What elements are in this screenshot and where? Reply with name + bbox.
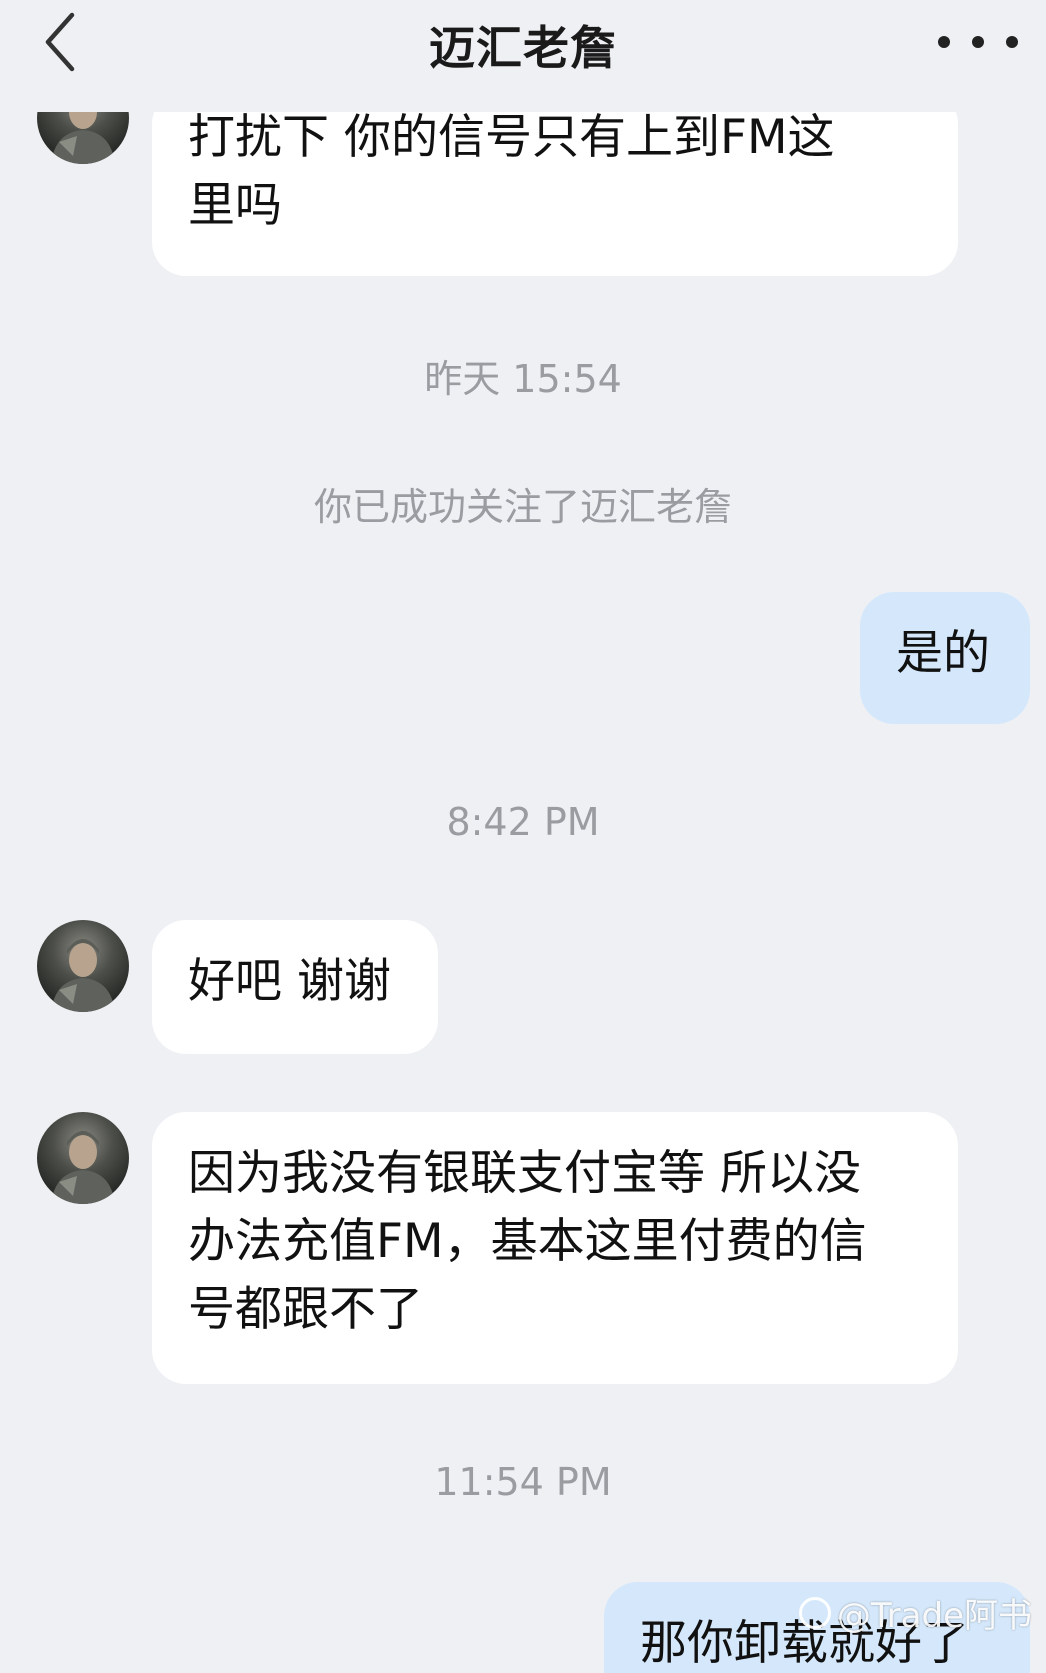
more-horizontal-icon [938, 36, 950, 48]
navigation-bar: 迈汇老詹 [0, 0, 1046, 112]
message-text: 因为我没有银联支付宝等 所以没 [188, 1146, 861, 1201]
contact-avatar[interactable] [37, 920, 129, 1012]
message-text: 号都跟不了 [188, 1282, 423, 1337]
watermark-text: @Trade阿书 [836, 1596, 1032, 1636]
incoming-message-bubble[interactable]: 因为我没有银联支付宝等 所以没 办法充值FM，基本这里付费的信 号都跟不了 [152, 1112, 958, 1384]
timestamp: 11:54 PM [434, 1460, 612, 1504]
contact-avatar[interactable] [37, 1112, 129, 1204]
follow-system-notice: 你已成功关注了迈汇老詹 [313, 485, 732, 529]
timestamp: 8:42 PM [446, 800, 600, 844]
soldier-avatar-icon [51, 939, 115, 1012]
message-text: 里吗 [188, 178, 282, 233]
more-options-button[interactable] [938, 22, 1018, 62]
incoming-message-bubble[interactable]: 打扰下 你的信号只有上到FM这 里吗 [152, 90, 958, 276]
soldier-avatar-icon [51, 1131, 115, 1204]
message-text: 办法充值FM，基本这里付费的信 [188, 1214, 867, 1269]
chat-title: 迈汇老詹 [429, 21, 617, 75]
chat-screen: 迈汇老詹 打扰下 你的信号只有上到FM这 里吗 昨天 15:54 你已成功关注了… [0, 0, 1046, 1673]
timestamp: 昨天 15:54 [424, 357, 622, 401]
watermark: @Trade阿书 [798, 1588, 1032, 1637]
weibo-logo-icon [798, 1596, 831, 1629]
message-text: 是的 [896, 626, 990, 681]
outgoing-message-bubble[interactable]: 是的 [860, 592, 1030, 724]
message-text: 打扰下 你的信号只有上到FM这 [188, 110, 835, 165]
message-text: 好吧 谢谢 [188, 954, 391, 1009]
incoming-message-bubble[interactable]: 好吧 谢谢 [152, 920, 438, 1054]
